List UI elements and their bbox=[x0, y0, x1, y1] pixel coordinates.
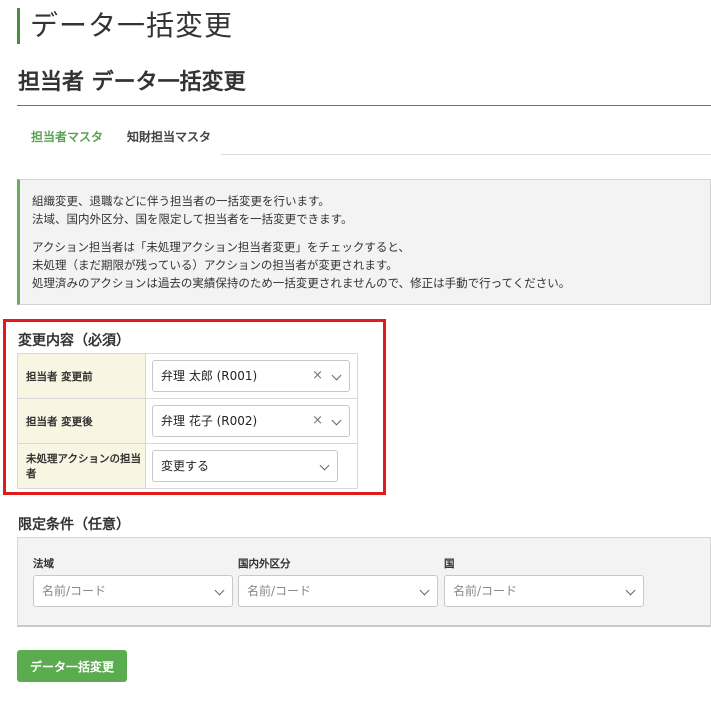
info-line: 法域、国内外区分、国を限定して担当者を一括変更できます。 bbox=[32, 212, 353, 226]
assignee-before-value: 弁理 太郎 (R001) bbox=[161, 369, 258, 383]
change-table: 担当者 変更前 弁理 太郎 (R001) × 担当者 変更後 弁理 花子 (R0… bbox=[17, 353, 358, 489]
chevron-down-icon[interactable] bbox=[214, 585, 225, 596]
tab-bar: 担当者マスタ 知財担当マスタ bbox=[17, 120, 711, 155]
page-title-bar: データ一括変更 bbox=[17, 8, 233, 44]
info-line: 未処理（まだ期限が残っている）アクションの担当者が変更されます。 bbox=[32, 258, 398, 272]
info-box: 組織変更、退職などに伴う担当者の一括変更を行います。 法域、国内外区分、国を限定… bbox=[17, 179, 711, 305]
info-line: アクション担当者は「未処理アクション担当者変更」をチェックすると、 bbox=[32, 240, 410, 254]
bulk-update-button[interactable]: データ一括変更 bbox=[17, 650, 127, 682]
country-placeholder: 名前/コード bbox=[453, 584, 518, 598]
pending-action-value: 変更する bbox=[161, 459, 210, 473]
chevron-down-icon[interactable] bbox=[319, 460, 330, 471]
tab-baseline bbox=[221, 154, 711, 155]
tab-chizai-tantou-master[interactable]: 知財担当マスタ bbox=[117, 120, 221, 155]
section-title: 担当者 データ一括変更 bbox=[18, 70, 246, 95]
clear-icon[interactable]: × bbox=[312, 361, 323, 391]
assignee-after-select[interactable]: 弁理 花子 (R002) × bbox=[152, 405, 350, 437]
section-divider bbox=[17, 105, 711, 106]
domestic-foreign-placeholder: 名前/コード bbox=[247, 584, 312, 598]
pending-action-select[interactable]: 変更する bbox=[152, 450, 338, 482]
filter-domestic-foreign: 国内外区分 名前/コード bbox=[238, 556, 438, 607]
chevron-down-icon[interactable] bbox=[331, 370, 342, 381]
filter-jurisdiction-label: 法域 bbox=[33, 558, 54, 570]
info-line: 処理済みのアクションは過去の実績保持のため一括変更されませんので、修正は手動で行… bbox=[32, 276, 571, 290]
row-label-after: 担当者 変更後 bbox=[17, 398, 146, 444]
filter-panel: 法域 名前/コード 国内外区分 名前/コード 国 名前/コード bbox=[17, 537, 711, 627]
assignee-before-select[interactable]: 弁理 太郎 (R001) × bbox=[152, 360, 350, 392]
page-title: データ一括変更 bbox=[30, 9, 234, 42]
chevron-down-icon[interactable] bbox=[419, 585, 430, 596]
filter-jurisdiction: 法域 名前/コード bbox=[33, 556, 233, 607]
row-label-before: 担当者 変更前 bbox=[17, 353, 146, 399]
row-label-pending-action: 未処理アクションの担当者 bbox=[17, 443, 146, 489]
info-line: 組織変更、退職などに伴う担当者の一括変更を行います。 bbox=[32, 194, 330, 208]
filter-country-label: 国 bbox=[444, 558, 455, 570]
table-row: 担当者 変更後 弁理 花子 (R002) × bbox=[17, 398, 358, 444]
tab-tantousha-master[interactable]: 担当者マスタ bbox=[17, 120, 117, 155]
optional-heading: 限定条件（任意） bbox=[18, 517, 130, 533]
filter-country: 国 名前/コード bbox=[444, 556, 644, 607]
jurisdiction-select[interactable]: 名前/コード bbox=[33, 575, 233, 607]
table-row: 担当者 変更前 弁理 太郎 (R001) × bbox=[17, 353, 358, 399]
country-select[interactable]: 名前/コード bbox=[444, 575, 644, 607]
domestic-foreign-select[interactable]: 名前/コード bbox=[238, 575, 438, 607]
filter-domestic-foreign-label: 国内外区分 bbox=[238, 558, 291, 570]
chevron-down-icon[interactable] bbox=[331, 415, 342, 426]
table-row: 未処理アクションの担当者 変更する bbox=[17, 443, 358, 489]
required-heading: 変更内容（必須） bbox=[18, 333, 130, 349]
jurisdiction-placeholder: 名前/コード bbox=[42, 584, 107, 598]
assignee-after-value: 弁理 花子 (R002) bbox=[161, 414, 258, 428]
clear-icon[interactable]: × bbox=[312, 406, 323, 436]
chevron-down-icon[interactable] bbox=[625, 585, 636, 596]
